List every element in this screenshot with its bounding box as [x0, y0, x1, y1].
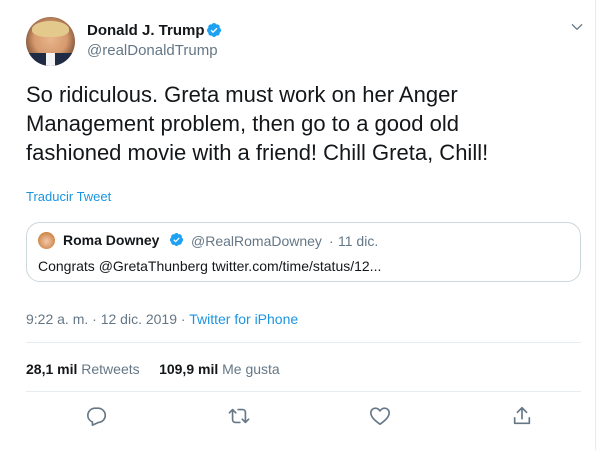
tweet-time[interactable]: 9:22 a. m. [26, 311, 88, 327]
retweets-label: Retweets [81, 361, 140, 377]
quoted-separator: · [329, 233, 334, 249]
like-button[interactable] [369, 405, 391, 427]
avatar-shirt [46, 53, 55, 66]
likes-label: Me gusta [222, 361, 280, 377]
quoted-tweet[interactable]: Roma Downey @RealRomaDowney · 11 dic. Co… [26, 222, 581, 282]
tweet-text: So ridiculous. Greta must work on her An… [26, 80, 566, 167]
verified-badge-icon [169, 232, 184, 247]
tweet-stats: 28,1 mil Retweets 109,9 mil Me gusta [26, 361, 280, 377]
quoted-author-name: Roma Downey [63, 232, 160, 248]
retweets-stat[interactable]: 28,1 mil Retweets [26, 361, 140, 377]
likes-count: 109,9 mil [159, 361, 219, 377]
reply-icon [87, 407, 107, 426]
retweet-button[interactable] [228, 405, 250, 427]
tweet-meta: 9:22 a. m. · 12 dic. 2019 · Twitter for … [26, 311, 298, 327]
divider [26, 342, 581, 343]
tweet-source-link[interactable]: Twitter for iPhone [189, 311, 298, 327]
quoted-text: Congrats @GretaThunberg twitter.com/time… [38, 258, 382, 274]
likes-stat[interactable]: 109,9 mil Me gusta [159, 361, 280, 377]
meta-separator: · [92, 311, 97, 327]
share-button[interactable] [511, 405, 533, 427]
translate-tweet-link[interactable]: Traducir Tweet [26, 189, 111, 204]
divider [26, 391, 581, 392]
chevron-down-icon[interactable] [570, 20, 584, 34]
reply-button[interactable] [86, 405, 108, 427]
like-icon [370, 407, 390, 426]
quoted-avatar[interactable] [38, 232, 55, 249]
author-name[interactable]: Donald J. Trump [87, 22, 205, 39]
quoted-date: 11 dic. [338, 233, 379, 249]
tweet-date[interactable]: 12 dic. 2019 [101, 311, 177, 327]
tweet-line: Management problem, then go to a good ol… [26, 111, 459, 136]
tweet-card: Donald J. Trump @realDonaldTrump So ridi… [0, 0, 596, 450]
author-avatar[interactable] [26, 17, 75, 66]
retweet-icon [228, 408, 250, 424]
share-icon [513, 406, 531, 425]
tweet-line: fashioned movie with a friend! Chill Gre… [26, 140, 489, 165]
verified-badge-icon [206, 23, 221, 37]
avatar-hair [32, 21, 69, 37]
quoted-author-handle: @RealRomaDowney [191, 233, 322, 249]
meta-separator: · [180, 311, 186, 327]
tweet-line: So ridiculous. Greta must work on her An… [26, 82, 458, 107]
author-handle[interactable]: @realDonaldTrump [87, 42, 218, 59]
retweets-count: 28,1 mil [26, 361, 78, 377]
